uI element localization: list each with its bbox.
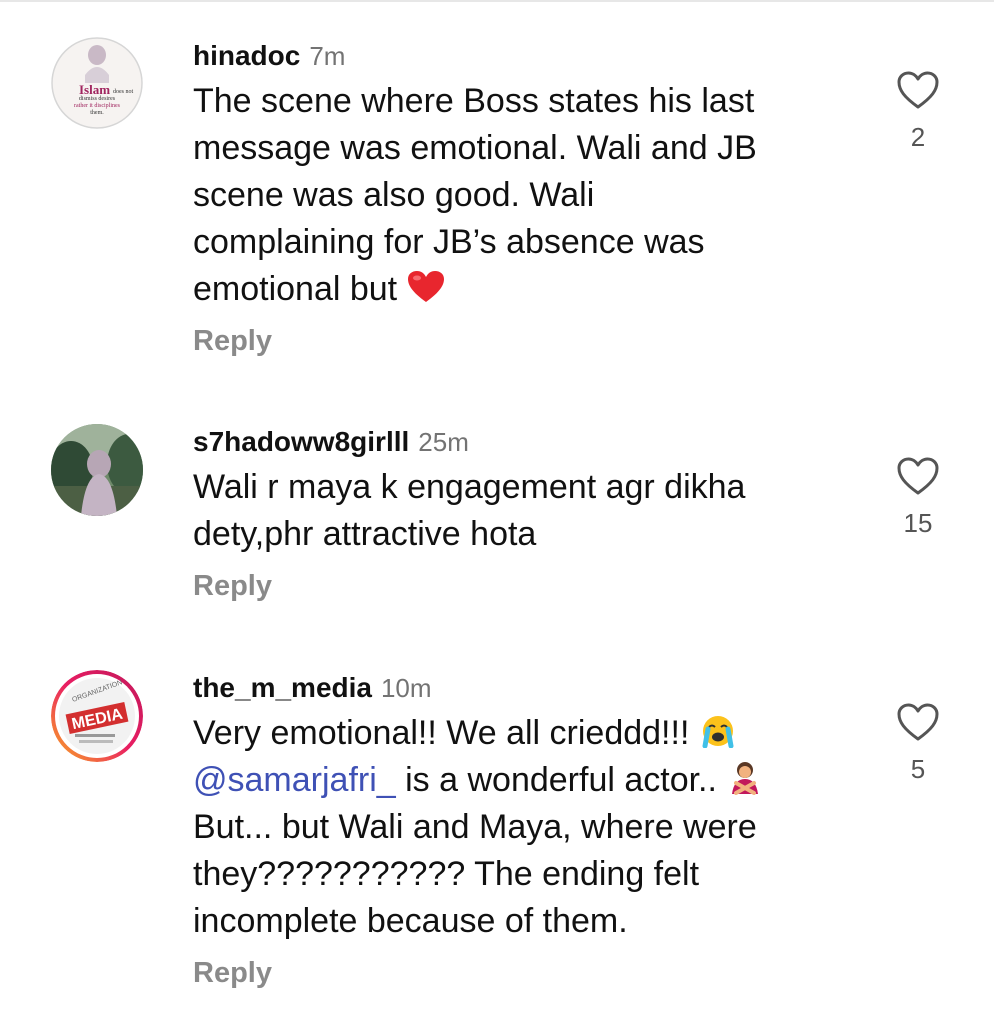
like-control: 2: [890, 70, 946, 153]
comment-meta: hinadoc 7m: [193, 40, 843, 74]
comment-line: is a wonderful actor..: [405, 761, 717, 799]
like-count: 5: [910, 754, 926, 784]
comment-line: But... but Wali and Maya, where were: [193, 808, 757, 846]
comment-body: s7hadoww8girlll 25m Wali r maya k engagem…: [193, 426, 843, 603]
comment-line: incomplete because of them.: [193, 902, 628, 940]
comment-meta: the_m_media 10m: [193, 672, 843, 706]
mention-link[interactable]: @samarjafri_: [193, 761, 396, 799]
timestamp: 25m: [418, 427, 469, 457]
comment-line: emotional but: [193, 270, 398, 308]
heart-outline-icon[interactable]: [896, 456, 940, 496]
comment-line: complaining for JB’s absence was: [193, 223, 705, 261]
comment-line: message was emotional. Wali and JB: [193, 129, 757, 167]
comment-text: The scene where Boss states his last mes…: [193, 78, 843, 313]
comment-text: Very emotional!! We all crieddd!!! @sama…: [193, 710, 843, 945]
comment-body: hinadoc 7m The scene where Boss states hi…: [193, 40, 843, 358]
reply-button[interactable]: Reply: [193, 570, 843, 603]
like-count: 2: [910, 122, 926, 152]
comment-line: Wali r maya k engagement agr dikha: [193, 468, 746, 506]
timestamp: 7m: [309, 41, 346, 71]
comment-line-with-emoji: Very emotional!! We all crieddd!!!: [193, 710, 843, 757]
like-control: 15: [890, 456, 946, 539]
heart-outline-icon[interactable]: [896, 70, 940, 110]
avatar-image: Islam does not dismiss desires rather it…: [51, 37, 143, 129]
timestamp: 10m: [380, 673, 432, 703]
avatar-image: [51, 424, 143, 516]
username[interactable]: the_m_media: [193, 672, 372, 703]
comment-line: they??????????? The ending felt: [193, 855, 700, 893]
loudly-crying-face-emoji: [699, 714, 737, 748]
comment-line: Very emotional!! We all crieddd!!!: [193, 714, 690, 752]
username[interactable]: hinadoc: [193, 40, 300, 71]
avatar[interactable]: Islam does not dismiss desires rather it…: [51, 37, 143, 129]
comment-body: the_m_media 10m Very emotional!! We all c…: [193, 672, 843, 990]
avatar-text-4: rather it disciplines: [74, 103, 121, 109]
person-gesturing-no-emoji: [726, 761, 764, 795]
avatar-text-2: does not: [113, 89, 133, 95]
avatar-text-1: Islam: [79, 82, 110, 97]
comment-line: scene was also good. Wali: [193, 176, 595, 214]
reply-button[interactable]: Reply: [193, 325, 843, 358]
username[interactable]: s7hadoww8girlll: [193, 426, 409, 457]
avatar[interactable]: ORGANIZATION MEDIA: [51, 670, 143, 762]
avatar-text-3: dismiss desires: [79, 96, 116, 102]
like-control: 5: [890, 702, 946, 785]
comment-meta: s7hadoww8girlll 25m: [193, 426, 843, 460]
comment-line: dety,phr attractive hota: [193, 515, 537, 553]
red-heart-emoji: [407, 270, 445, 304]
avatar[interactable]: [51, 424, 143, 516]
like-count: 15: [903, 508, 933, 538]
avatar-text-5: them.: [90, 110, 104, 116]
comment-line: The scene where Boss states his last: [193, 82, 755, 120]
heart-outline-icon[interactable]: [896, 702, 940, 742]
reply-button[interactable]: Reply: [193, 957, 843, 990]
comment-line-with-emoji: emotional but: [193, 266, 843, 313]
top-divider: [0, 0, 994, 2]
comment-text: Wali r maya k engagement agr dikha dety,…: [193, 464, 843, 558]
comment-line-with-mention: @samarjafri_ is a wonderful actor..: [193, 757, 843, 804]
avatar-image: ORGANIZATION MEDIA: [51, 670, 143, 762]
